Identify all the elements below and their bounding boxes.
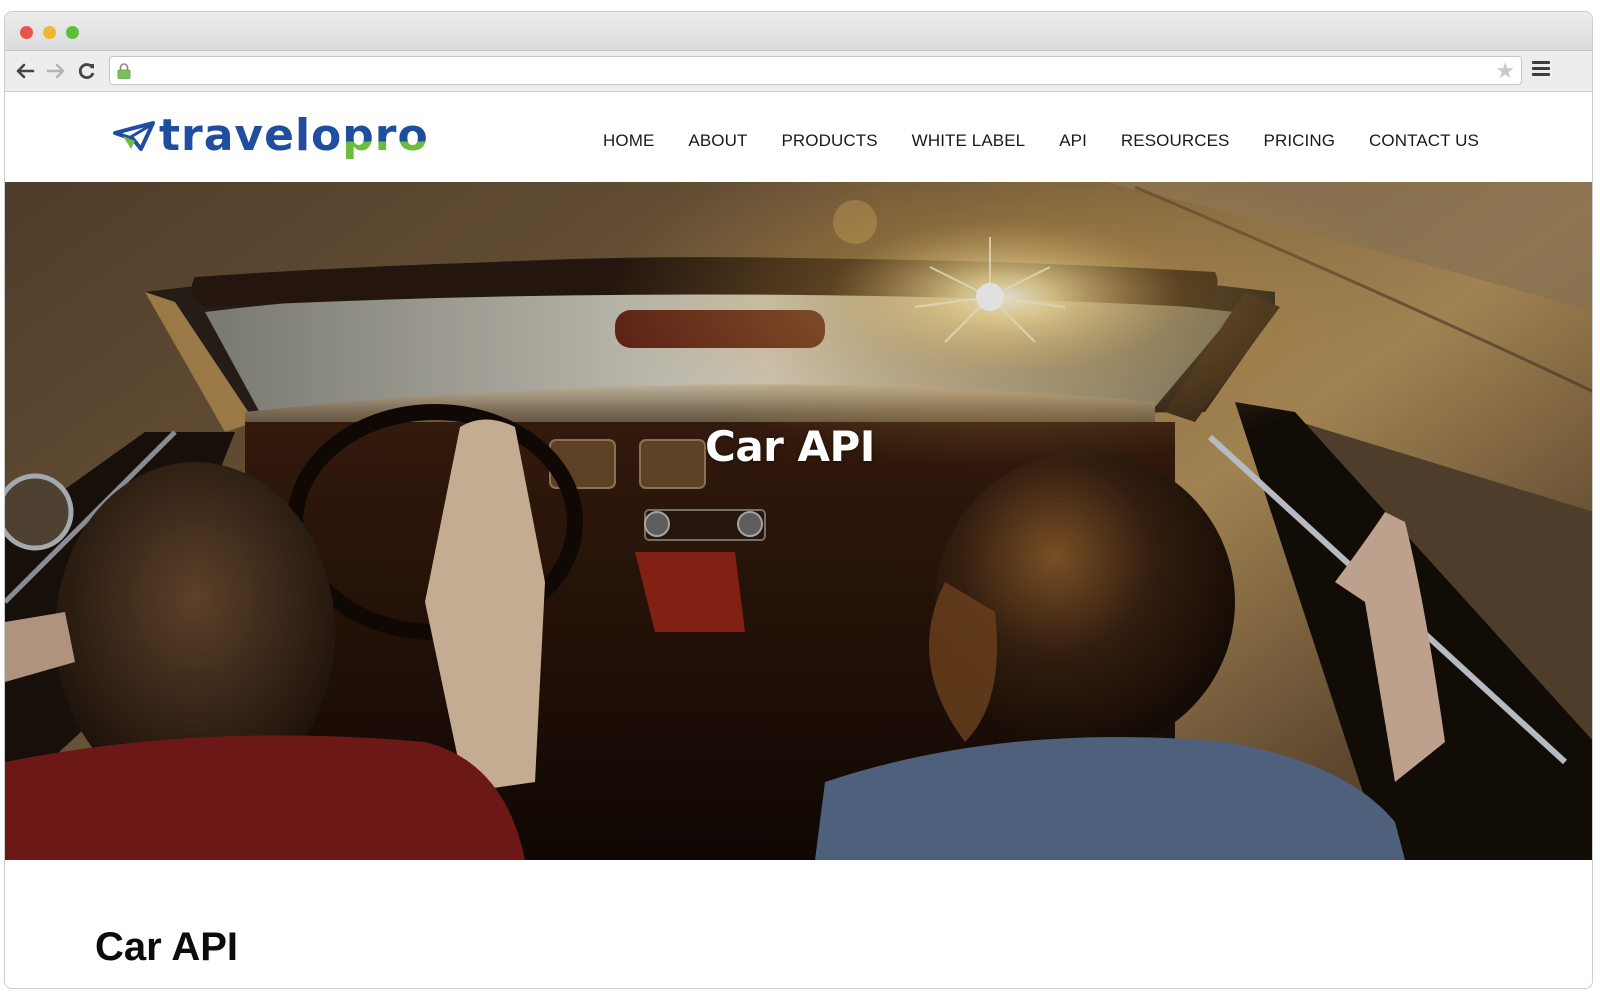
title-bar	[5, 12, 1592, 51]
forward-button[interactable]	[44, 59, 68, 83]
hamburger-menu-icon	[1532, 61, 1550, 64]
reload-icon	[78, 63, 95, 79]
page-heading: Car API	[95, 925, 239, 969]
paper-plane-icon	[113, 121, 155, 151]
bookmark-star-icon[interactable]: ★	[1495, 58, 1515, 84]
browser-menu-button[interactable]	[1532, 61, 1550, 79]
arrow-left-icon	[16, 63, 35, 79]
logo-text-travelo: travelo	[159, 110, 343, 161]
nav-white-label[interactable]: WHITE LABEL	[912, 131, 1026, 151]
nav-products[interactable]: PRODUCTS	[781, 131, 877, 151]
nav-resources[interactable]: RESOURCES	[1121, 131, 1230, 151]
arrow-right-icon	[46, 63, 65, 79]
nav-about[interactable]: ABOUT	[688, 131, 747, 151]
hero-banner: Car API	[5, 182, 1592, 860]
address-bar[interactable]: ★	[109, 56, 1522, 85]
browser-window: ★ travelopro HOME ABOUT PRODUCTS WHITE L…	[4, 11, 1593, 989]
nav-contact-us[interactable]: CONTACT US	[1369, 131, 1479, 151]
hero-title: Car API	[705, 422, 875, 471]
logo-wordmark: travelopro	[159, 114, 429, 158]
site-header: travelopro HOME ABOUT PRODUCTS WHITE LAB…	[5, 92, 1592, 182]
web-page: travelopro HOME ABOUT PRODUCTS WHITE LAB…	[5, 92, 1592, 988]
maximize-window-button[interactable]	[66, 26, 79, 39]
hero-overlay	[5, 182, 1592, 860]
logo-text-pro: pro	[342, 110, 429, 161]
lock-icon	[117, 63, 131, 79]
back-button[interactable]	[13, 59, 37, 83]
close-window-button[interactable]	[20, 26, 33, 39]
nav-api[interactable]: API	[1059, 131, 1087, 151]
site-logo[interactable]: travelopro	[113, 114, 429, 158]
minimize-window-button[interactable]	[43, 26, 56, 39]
nav-pricing[interactable]: PRICING	[1264, 131, 1336, 151]
reload-button[interactable]	[75, 59, 99, 83]
browser-toolbar: ★	[5, 51, 1592, 92]
nav-home[interactable]: HOME	[603, 131, 654, 151]
hero-image	[5, 182, 1592, 860]
main-navigation: HOME ABOUT PRODUCTS WHITE LABEL API RESO…	[603, 131, 1513, 151]
